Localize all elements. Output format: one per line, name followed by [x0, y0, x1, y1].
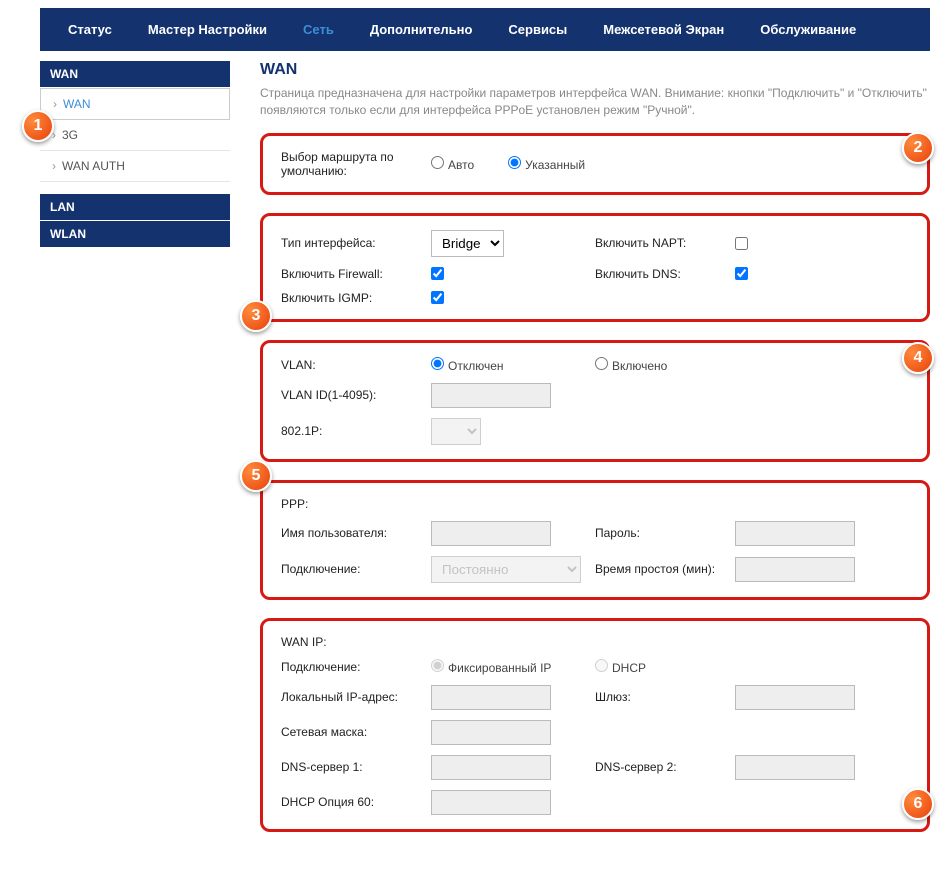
label-ppp: PPP: [281, 497, 431, 511]
sidebar: WAN WAN 3G WAN AUTH LAN WLAN [40, 61, 230, 850]
radio-dhcp[interactable]: DHCP [595, 659, 646, 675]
sidebar-item-3g[interactable]: 3G [40, 120, 230, 151]
label-route: Выбор маршрута по умолчанию: [281, 150, 431, 178]
input-local-ip[interactable] [431, 685, 551, 710]
nav-services[interactable]: Сервисы [490, 8, 585, 51]
label-firewall: Включить Firewall: [281, 267, 431, 281]
select-iface-type[interactable]: Bridge [431, 230, 504, 257]
label-ppp-pass: Пароль: [595, 526, 735, 540]
main-content: WAN Страница предназначена для настройки… [260, 61, 930, 850]
page-title: WAN [260, 61, 930, 79]
label-mask: Сетевая маска: [281, 725, 431, 739]
callout-6: 6 [902, 788, 934, 820]
section-route: Выбор маршрута по умолчанию: Авто Указан… [260, 133, 930, 195]
radio-fixed-ip[interactable]: Фиксированный IP [431, 659, 551, 675]
label-dns2: DNS-сервер 2: [595, 760, 735, 774]
radio-specified[interactable]: Указанный [508, 156, 585, 172]
checkbox-igmp[interactable] [431, 291, 444, 304]
section-interface: Тип интерфейса: Bridge Включить NAPT: Вк… [260, 213, 930, 322]
label-ppp-idle: Время простоя (мин): [595, 562, 735, 576]
callout-1: 1 [22, 110, 54, 142]
nav-maintenance[interactable]: Обслуживание [742, 8, 874, 51]
label-gateway: Шлюз: [595, 690, 735, 704]
select-ppp-conn[interactable]: Постоянно [431, 556, 581, 583]
label-wan-ip: WAN IP: [281, 635, 431, 649]
label-vlan-id: VLAN ID(1-4095): [281, 388, 431, 402]
section-ppp: PPP: Имя пользователя: Пароль: Подключен… [260, 480, 930, 600]
label-dns: Включить DNS: [595, 267, 735, 281]
sidebar-header-wlan[interactable]: WLAN [40, 221, 230, 248]
nav-network[interactable]: Сеть [285, 8, 352, 51]
callout-5: 5 [240, 460, 272, 492]
label-wanip-conn: Подключение: [281, 660, 431, 674]
radio-vlan-off[interactable]: Отключен [431, 357, 504, 373]
label-dns1: DNS-сервер 1: [281, 760, 431, 774]
label-ppp-conn: Подключение: [281, 562, 431, 576]
input-gateway[interactable] [735, 685, 855, 710]
nav-advanced[interactable]: Дополнительно [352, 8, 491, 51]
input-ppp-pass[interactable] [735, 521, 855, 546]
radio-auto[interactable]: Авто [431, 156, 474, 172]
section-vlan: VLAN: Отключен Включено VLAN ID(1-4095): [260, 340, 930, 462]
sidebar-item-wan[interactable]: WAN [40, 88, 230, 120]
label-local-ip: Локальный IP-адрес: [281, 690, 431, 704]
nav-status[interactable]: Статус [50, 8, 130, 51]
label-ppp-user: Имя пользователя: [281, 526, 431, 540]
top-navigation: Статус Мастер Настройки Сеть Дополнитель… [40, 8, 930, 51]
input-ppp-idle[interactable] [735, 557, 855, 582]
checkbox-dns[interactable] [735, 267, 748, 280]
input-vlan-id[interactable] [431, 383, 551, 408]
page-description: Страница предназначена для настройки пар… [260, 85, 930, 119]
label-opt60: DHCP Опция 60: [281, 795, 431, 809]
checkbox-firewall[interactable] [431, 267, 444, 280]
input-dns1[interactable] [431, 755, 551, 780]
callout-3: 3 [240, 300, 272, 332]
callout-2: 2 [902, 132, 934, 164]
label-napt: Включить NAPT: [595, 236, 735, 250]
section-wan-ip: WAN IP: Подключение: Фиксированный IP DH… [260, 618, 930, 832]
sidebar-header-wan: WAN [40, 61, 230, 88]
callout-4: 4 [902, 342, 934, 374]
input-opt60[interactable] [431, 790, 551, 815]
radio-vlan-on[interactable]: Включено [595, 357, 667, 373]
sidebar-item-wan-auth[interactable]: WAN AUTH [40, 151, 230, 182]
label-iface-type: Тип интерфейса: [281, 236, 431, 250]
input-dns2[interactable] [735, 755, 855, 780]
sidebar-header-lan[interactable]: LAN [40, 194, 230, 221]
nav-wizard[interactable]: Мастер Настройки [130, 8, 285, 51]
label-8021p: 802.1P: [281, 424, 431, 438]
select-8021p[interactable] [431, 418, 481, 445]
input-ppp-user[interactable] [431, 521, 551, 546]
checkbox-napt[interactable] [735, 237, 748, 250]
label-igmp: Включить IGMP: [281, 291, 431, 305]
input-mask[interactable] [431, 720, 551, 745]
nav-firewall[interactable]: Межсетевой Экран [585, 8, 742, 51]
label-vlan: VLAN: [281, 358, 431, 372]
